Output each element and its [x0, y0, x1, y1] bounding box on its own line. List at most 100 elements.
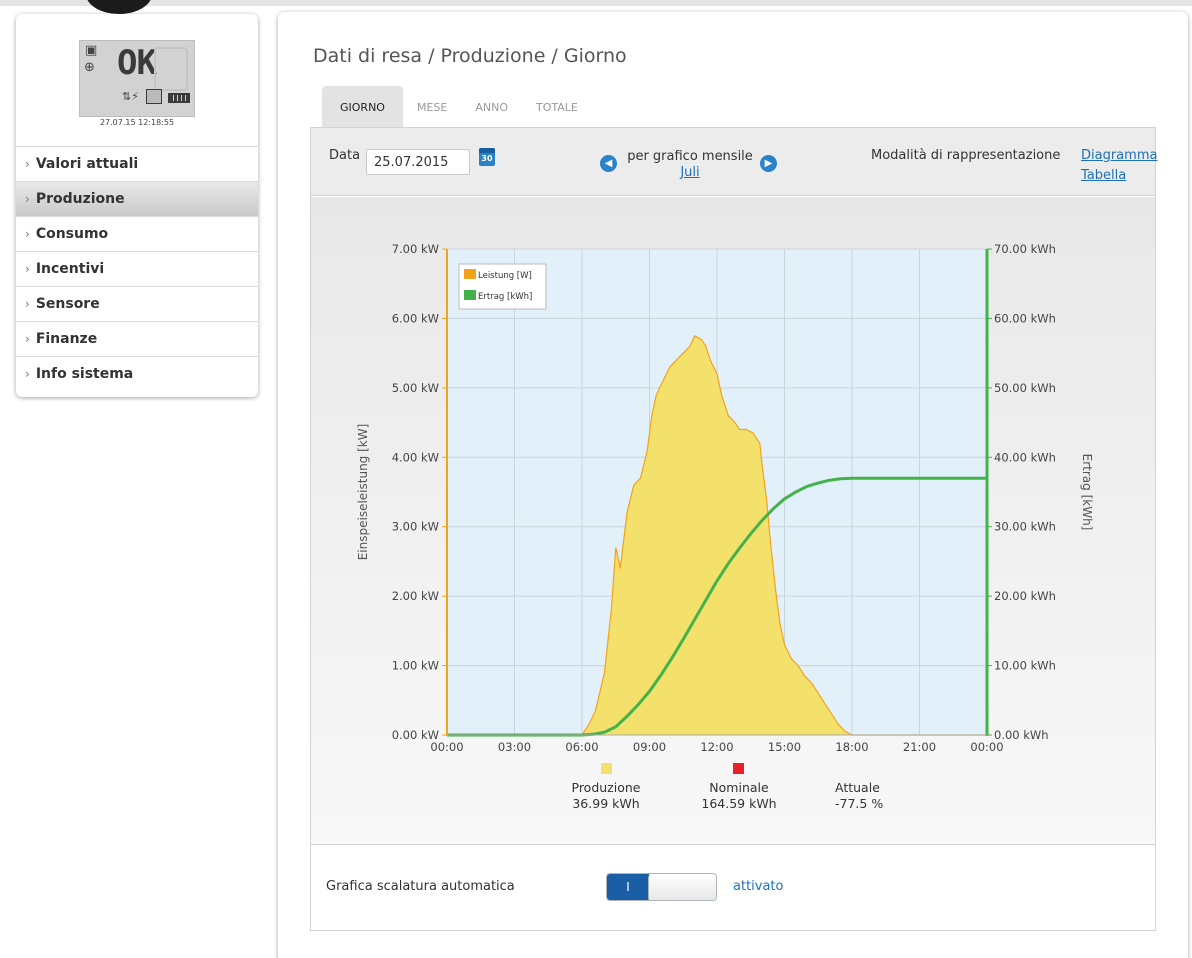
arrow-right-icon: ▶ [764, 158, 773, 169]
y2-axis-title: Ertrag [kWh] [1080, 454, 1094, 531]
x-tick-label: 15:00 [768, 740, 801, 754]
production-value: 36.99 kWh [572, 796, 639, 811]
sidebar-item-label: Valori attuali [35, 156, 139, 172]
y2-tick-label: 70.00 kWh [994, 242, 1056, 256]
calendar-icon[interactable]: 30 [479, 148, 495, 166]
filter-bar: Data 30 ◀ per grafico mensile Juli ▶ Mod… [311, 128, 1157, 196]
mode-diagram-link[interactable]: Diagramma [1081, 148, 1157, 163]
y2-tick-label: 50.00 kWh [994, 381, 1056, 395]
chevron-right-icon: › [25, 192, 30, 206]
y-tick-label: 3.00 kW [392, 520, 439, 534]
display-segment-ghost [154, 47, 188, 91]
meter-icon: ▣ [85, 43, 98, 58]
y-tick-label: 5.00 kW [392, 381, 439, 395]
monthly-chart-nav: per grafico mensile Juli [624, 149, 756, 181]
nominal-swatch [733, 763, 744, 774]
sidebar-item-label: Info sistema [35, 366, 134, 382]
chevron-right-icon: › [25, 157, 30, 171]
sidebar-item-produzione[interactable]: › Produzione [16, 181, 258, 216]
chevron-right-icon: › [25, 262, 30, 276]
production-chart: 0.00 kW1.00 kW2.00 kW3.00 kW4.00 kW5.00 … [356, 242, 1094, 811]
x-tick-label: 09:00 [633, 740, 666, 754]
inverter-icon: ⇅⚡ [122, 90, 139, 103]
auto-scale-label: Grafica scalatura automatica [326, 879, 515, 894]
y-tick-label: 1.00 kW [392, 659, 439, 673]
x-tick-label: 03:00 [498, 740, 531, 754]
battery-icon [168, 93, 190, 103]
x-tick-label: 12:00 [700, 740, 733, 754]
content-panel: Data 30 ◀ per grafico mensile Juli ▶ Mod… [310, 127, 1157, 931]
tab-totale[interactable]: TOTALE [522, 86, 592, 128]
legend-swatch-power [464, 269, 476, 279]
sidebar-item-valori-attuali[interactable]: › Valori attuali [16, 146, 258, 181]
y2-tick-label: 30.00 kWh [994, 520, 1056, 534]
top-border [0, 0, 1192, 6]
toggle-knob [648, 874, 716, 900]
meter-box-icon [146, 89, 162, 104]
sidebar-item-label: Consumo [35, 226, 109, 242]
device-timestamp: 27.07.15 12:18:55 [99, 118, 175, 127]
tab-anno[interactable]: ANNO [461, 86, 522, 128]
display-status-text: OK [117, 43, 157, 83]
prev-day-button[interactable]: ◀ [600, 155, 617, 172]
tab-giorno[interactable]: GIORNO [322, 86, 403, 128]
nominal-value: 164.59 kWh [701, 796, 776, 811]
y-tick-label: 7.00 kW [392, 242, 439, 256]
legend-label-power: Leistung [W] [478, 271, 532, 281]
y-tick-label: 2.00 kW [392, 589, 439, 603]
current-label: Attuale [835, 780, 880, 795]
sidebar-item-sensore[interactable]: › Sensore [16, 286, 258, 321]
mode-table-link[interactable]: Tabella [1081, 168, 1126, 183]
next-day-button[interactable]: ▶ [760, 155, 777, 172]
date-input[interactable] [366, 149, 470, 175]
tab-mese[interactable]: MESE [403, 86, 461, 128]
y-tick-label: 4.00 kW [392, 450, 439, 464]
y2-tick-label: 60.00 kWh [994, 311, 1056, 325]
device-display: ▣ ⊕ OK ⇅⚡ [79, 40, 195, 117]
production-swatch [601, 763, 612, 774]
globe-icon: ⊕ [84, 60, 95, 75]
monthly-chart-label: per grafico mensile [627, 149, 753, 164]
display-mode-label: Modalità di rappresentazione [871, 148, 1061, 163]
x-tick-label: 06:00 [565, 740, 598, 754]
y2-tick-label: 40.00 kWh [994, 450, 1056, 464]
main-panel: Dati di resa / Produzione / Giorno GIORN… [278, 12, 1188, 958]
x-tick-label: 00:00 [430, 740, 463, 754]
date-label: Data [329, 148, 361, 163]
x-tick-label: 18:00 [835, 740, 868, 754]
y-axis-title: Einspeiseleistung [kW] [356, 424, 370, 561]
production-label: Produzione [572, 780, 641, 795]
toggle-on-indicator: I [607, 874, 649, 900]
device-top-shape [86, 0, 152, 14]
sidebar-item-label: Sensore [35, 296, 100, 312]
chart-area: 0.00 kW 1.00 kW 2.00 kW 3.00 kW 4.00 kW 5.00 … [311, 197, 1155, 845]
sidebar-item-incentivi[interactable]: › Incentivi [16, 251, 258, 286]
legend-label-energy: Ertrag [kWh] [478, 292, 532, 302]
x-tick-label: 21:00 [903, 740, 936, 754]
page-title: Dati di resa / Produzione / Giorno [313, 45, 627, 67]
sidebar-item-finanze[interactable]: › Finanze [16, 321, 258, 356]
sidebar-item-label: Finanze [35, 331, 98, 347]
current-value: -77.5 % [835, 796, 883, 811]
chevron-right-icon: › [25, 367, 30, 381]
sidebar-nav: › Valori attuali › Produzione › Consumo … [16, 146, 258, 391]
period-tabs: GIORNO MESE ANNO TOTALE [322, 86, 592, 128]
sidebar: ▣ ⊕ OK ⇅⚡ 27.07.15 12:18:55 › Valori att… [16, 14, 258, 397]
arrow-left-icon: ◀ [604, 158, 613, 169]
chevron-right-icon: › [25, 332, 30, 346]
sidebar-item-info-sistema[interactable]: › Info sistema [16, 356, 258, 391]
auto-scale-state: attivato [733, 879, 784, 894]
monthly-chart-link[interactable]: Juli [624, 165, 756, 181]
sidebar-item-label: Produzione [35, 191, 125, 207]
chevron-right-icon: › [25, 227, 30, 241]
x-tick-label: 00:00 [970, 740, 1003, 754]
y2-tick-label: 20.00 kWh [994, 589, 1056, 603]
chevron-right-icon: › [25, 297, 30, 311]
sidebar-item-label: Incentivi [35, 261, 105, 277]
y2-tick-label: 10.00 kWh [994, 659, 1056, 673]
auto-scale-toggle[interactable]: I [606, 873, 717, 901]
y-tick-label: 6.00 kW [392, 311, 439, 325]
nominal-label: Nominale [709, 780, 769, 795]
sidebar-item-consumo[interactable]: › Consumo [16, 216, 258, 251]
auto-scale-row: Grafica scalatura automatica I attivato [311, 846, 1155, 930]
